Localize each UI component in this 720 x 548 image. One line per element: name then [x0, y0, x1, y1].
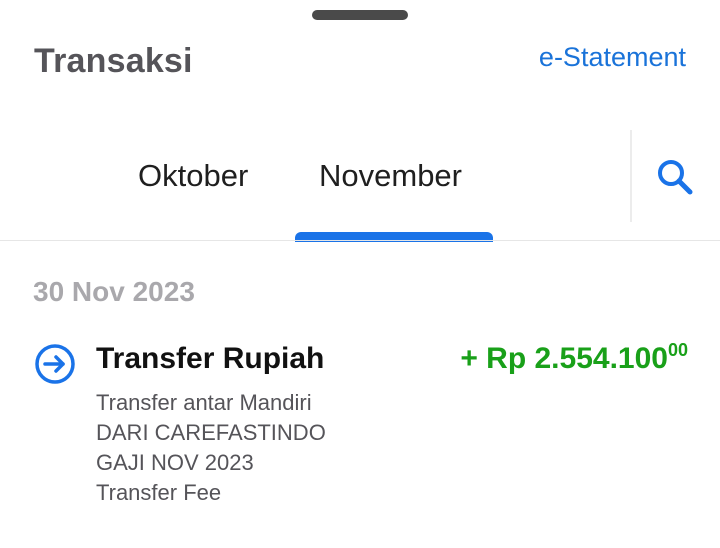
amount-main: + Rp 2.554.100 — [460, 342, 668, 375]
description-line: Transfer antar Mandiri — [96, 390, 312, 415]
amount-cents: 00 — [667, 340, 688, 360]
tab-divider — [630, 130, 632, 222]
page-title: Transaksi — [34, 42, 193, 80]
transaction-amount: + Rp 2.554.10000 — [460, 340, 688, 376]
tab-oktober[interactable]: Oktober — [138, 158, 248, 194]
description-line: DARI CAREFASTINDO — [96, 420, 326, 445]
transaction-date: 30 Nov 2023 — [33, 276, 195, 307]
description-line: GAJI NOV 2023 — [96, 450, 254, 475]
section-divider — [0, 240, 720, 241]
month-tabs: Oktober November — [0, 130, 720, 242]
transaction-item[interactable]: Transfer Rupiah + Rp 2.554.10000 Transfe… — [0, 330, 720, 520]
description-line: Transfer Fee — [96, 480, 222, 505]
tab-november[interactable]: November — [319, 158, 462, 194]
transaction-title: Transfer Rupiah — [96, 342, 325, 375]
arrow-in-circle-icon — [35, 344, 75, 384]
drag-handle[interactable] — [312, 10, 408, 20]
search-button[interactable] — [652, 154, 700, 202]
search-icon — [658, 160, 693, 195]
e-statement-link[interactable]: e-Statement — [539, 42, 686, 73]
transaction-description: Transfer antar Mandiri DARI CAREFASTINDO… — [96, 388, 326, 508]
